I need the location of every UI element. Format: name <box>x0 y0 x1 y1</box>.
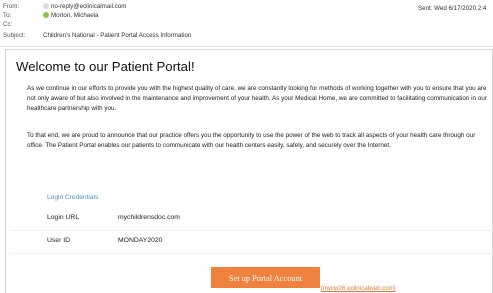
subject-label: Subject: <box>3 32 26 39</box>
portal-paragraph: To that end, we are proud to announce th… <box>27 132 476 150</box>
portal-link[interactable]: [mycw26.eclinicalweb.com] <box>321 285 396 292</box>
subject-value: Children's National - Patient Portal Acc… <box>43 32 192 39</box>
login-url-value: mychildrensdoc.com <box>118 214 180 221</box>
cc-row: Cc: <box>3 20 43 29</box>
to-row: To: Morton, Michaela <box>3 11 98 20</box>
login-url-label: Login URL <box>47 214 80 221</box>
email-header: From: no-reply@eclinicalmail.com To: Morto… <box>0 0 493 47</box>
credentials-divider <box>11 230 493 231</box>
sent-date: Sent: Wed 6/17/2020 2:4 <box>418 5 487 12</box>
from-value[interactable]: no-reply@eclinicalmail.com <box>51 2 126 11</box>
sender-avatar-icon <box>43 3 49 9</box>
user-id-value: MONDAY2020 <box>118 237 163 244</box>
login-credentials-heading: Login Credentials <box>47 194 99 201</box>
subject-row: Subject: Children's National - Patient Po… <box>3 31 191 40</box>
intro-paragraph: As we continue in our efforts to provide… <box>27 85 487 113</box>
from-row: From: no-reply@eclinicalmail.com <box>3 2 126 11</box>
recipient-presence-icon <box>43 12 49 18</box>
credentials-divider <box>11 253 493 254</box>
email-title: Welcome to our Patient Portal! <box>16 59 195 74</box>
user-id-label: User ID <box>47 237 71 244</box>
email-content-frame: Welcome to our Patient Portal! As we con… <box>5 49 493 293</box>
to-value[interactable]: Morton, Michaela <box>51 11 98 20</box>
from-label: From: <box>3 3 20 10</box>
cc-label: Cc: <box>3 21 13 28</box>
email-body: Welcome to our Patient Portal! As we con… <box>0 47 493 293</box>
setup-portal-account-button[interactable]: Set up Portal Account <box>211 267 320 288</box>
to-label: To: <box>3 12 12 19</box>
